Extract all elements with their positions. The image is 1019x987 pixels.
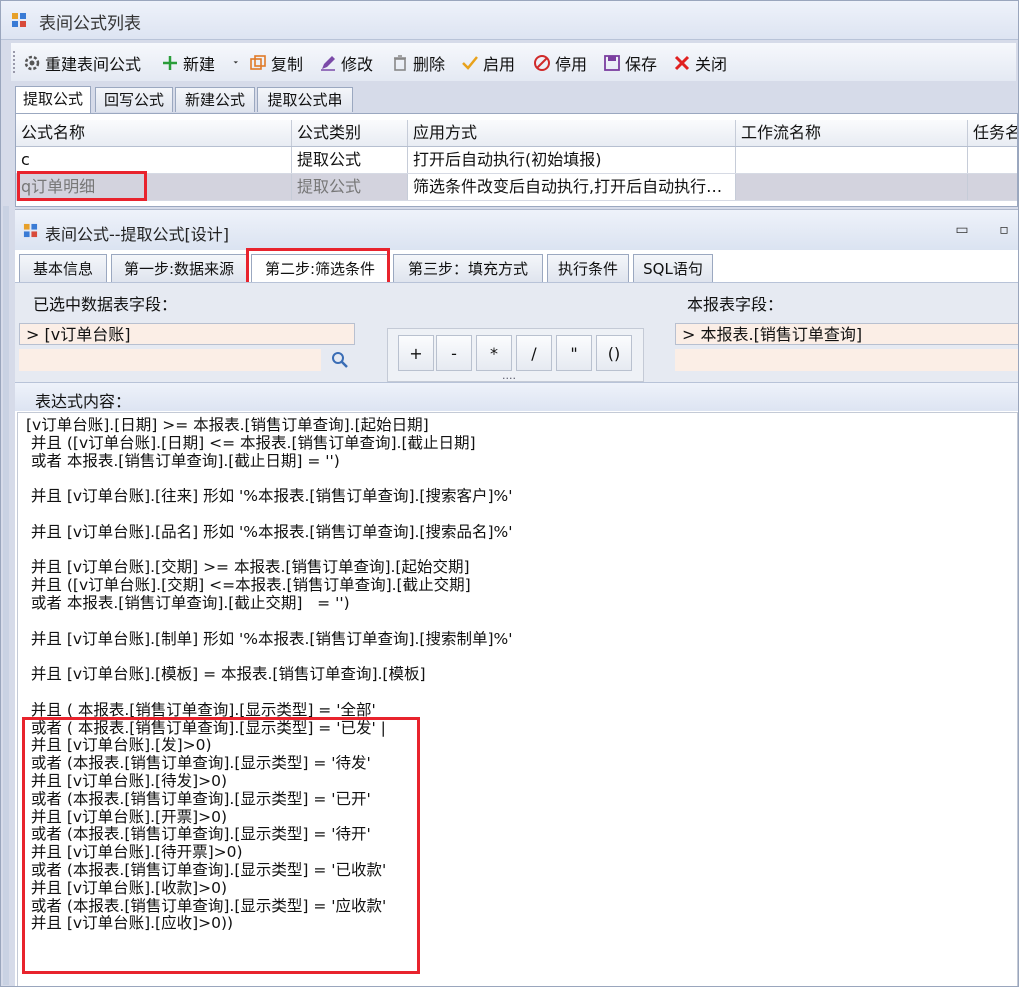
minimize-button[interactable]: ▭ [953, 222, 971, 238]
divide-button[interactable]: / [516, 335, 552, 371]
cell-workflow [736, 147, 968, 173]
designer-window: 表间公式--提取公式[设计] ▭ ▫ 基本信息 第一步:数据来源 第二步:筛选条… [15, 209, 1018, 986]
expand-chevron-icon: > [682, 325, 701, 344]
tab-extract[interactable]: 提取公式 [15, 86, 91, 113]
grid-header: 公式名称 公式类别 应用方式 工作流名称 任务名 [16, 120, 1017, 147]
copy-icon [250, 55, 266, 70]
enable-button[interactable]: 启用 [461, 52, 515, 74]
expand-chevron-icon: > [26, 325, 45, 344]
new-button[interactable]: 新建 [161, 52, 215, 74]
operator-keypad: + - * / " () .... [387, 328, 644, 382]
new-dropdown-button[interactable] [233, 52, 243, 74]
tab-sql[interactable]: SQL语句 [633, 254, 713, 282]
tab-step1-data-source[interactable]: 第一步:数据来源 [111, 254, 247, 282]
save-button[interactable]: 保存 [603, 52, 657, 74]
designer-title: 表间公式--提取公式[设计] [45, 225, 230, 244]
prohibit-icon [534, 55, 550, 71]
save-icon [604, 55, 620, 71]
app-icon [23, 223, 38, 238]
window-titlebar: 表间公式列表 [1, 1, 1018, 40]
expression-header: 表达式内容： [15, 382, 1018, 411]
copy-button[interactable]: 复制 [249, 52, 303, 74]
report-fields-tree[interactable]: > 本报表.[销售订单查询] [675, 323, 1018, 345]
tab-writeback[interactable]: 回写公式 [95, 87, 173, 112]
selected-fields-tree[interactable]: > [v订单台账] [19, 323, 355, 345]
rebuild-label: 重建表间公式 [45, 55, 142, 74]
new-label: 新建 [183, 55, 216, 74]
designer-tabs: 基本信息 第一步:数据来源 第二步:筛选条件 第三步：填充方式 执行条件 SQL… [15, 252, 1018, 282]
highlight-step2-tab [246, 248, 390, 286]
copy-label: 复制 [271, 55, 304, 74]
col-header-category[interactable]: 公式类别 [292, 120, 408, 146]
parentheses-button[interactable]: () [596, 335, 632, 371]
field-search-input[interactable] [19, 349, 321, 371]
tab-exec-condition[interactable]: 执行条件 [547, 254, 629, 282]
close-icon [674, 55, 690, 71]
tab-extract-string[interactable]: 提取公式串 [257, 87, 353, 112]
keypad-splitter[interactable]: .... [502, 369, 516, 382]
left-edge-scrollbar[interactable] [3, 206, 9, 985]
edit-label: 修改 [341, 55, 374, 74]
tree-node-label: 本报表.[销售订单查询] [700, 325, 863, 344]
close-button[interactable]: 关闭 [673, 52, 727, 74]
col-header-task[interactable]: 任务名 [968, 120, 1017, 146]
rebuild-button[interactable]: 重建表间公式 [23, 52, 141, 74]
disable-label: 停用 [555, 55, 588, 74]
trash-icon [394, 55, 406, 71]
plus-button[interactable]: + [398, 335, 434, 371]
formula-grid: 公式名称 公式类别 应用方式 工作流名称 任务名 c 提取公式 打开后自动执行(… [15, 113, 1018, 207]
check-icon [462, 56, 478, 70]
chevron-down-icon [233, 61, 238, 64]
tree-node-label: [v订单台账] [44, 325, 131, 344]
enable-label: 启用 [483, 55, 516, 74]
pencil-icon [321, 56, 335, 71]
save-label: 保存 [625, 55, 658, 74]
table-row-selected[interactable]: q订单明细 提取公式 筛选条件改变后自动执行,打开后自动执行… [16, 174, 1017, 201]
cell-apply-mode: 筛选条件改变后自动执行,打开后自动执行… [408, 174, 736, 200]
cell-workflow [736, 174, 968, 200]
highlight-display-type-block [22, 717, 420, 974]
delete-label: 删除 [413, 55, 446, 74]
tab-step3-fill[interactable]: 第三步：填充方式 [393, 254, 543, 282]
cell-apply-mode: 打开后自动执行(初始填报) [408, 147, 736, 173]
tab-basic-info[interactable]: 基本信息 [19, 254, 107, 282]
col-header-apply-mode[interactable]: 应用方式 [408, 120, 736, 146]
close-label: 关闭 [695, 55, 728, 74]
delete-button[interactable]: 删除 [391, 52, 445, 74]
cell-category: 提取公式 [292, 147, 408, 173]
designer-titlebar: 表间公式--提取公式[设计] ▭ ▫ [15, 210, 1018, 250]
multiply-button[interactable]: * [476, 335, 512, 371]
app-icon [12, 13, 26, 27]
report-fields-label: 本报表字段： [687, 295, 784, 314]
tab-new[interactable]: 新建公式 [175, 87, 255, 112]
search-icon[interactable] [331, 351, 349, 369]
window-title: 表间公式列表 [39, 14, 141, 34]
report-field-search-input[interactable] [675, 349, 1018, 371]
plus-icon [163, 56, 177, 70]
cell-task [968, 174, 1017, 200]
edit-button[interactable]: 修改 [319, 52, 373, 74]
minus-button[interactable]: - [436, 335, 472, 371]
disable-button[interactable]: 停用 [533, 52, 587, 74]
toolbar-grip[interactable] [13, 51, 18, 73]
formula-list-window: 表间公式列表 重建表间公式 新建 复制 修改 删除 启用 停用 保存 关闭 提取… [0, 0, 1019, 987]
cell-task [968, 147, 1017, 173]
quote-button[interactable]: " [556, 335, 592, 371]
gear-icon [24, 55, 40, 71]
expression-label: 表达式内容： [35, 392, 132, 411]
table-row[interactable]: c 提取公式 打开后自动执行(初始填报) [16, 147, 1017, 174]
highlight-formula-name [17, 171, 147, 201]
col-header-workflow[interactable]: 工作流名称 [736, 120, 968, 146]
cell-name: c [16, 147, 292, 173]
restore-button[interactable]: ▫ [995, 222, 1013, 238]
col-header-name[interactable]: 公式名称 [16, 120, 292, 146]
selected-fields-label: 已选中数据表字段： [33, 295, 178, 314]
toolbar: 重建表间公式 新建 复制 修改 删除 启用 停用 保存 关闭 [11, 43, 1016, 81]
cell-category: 提取公式 [292, 174, 408, 200]
